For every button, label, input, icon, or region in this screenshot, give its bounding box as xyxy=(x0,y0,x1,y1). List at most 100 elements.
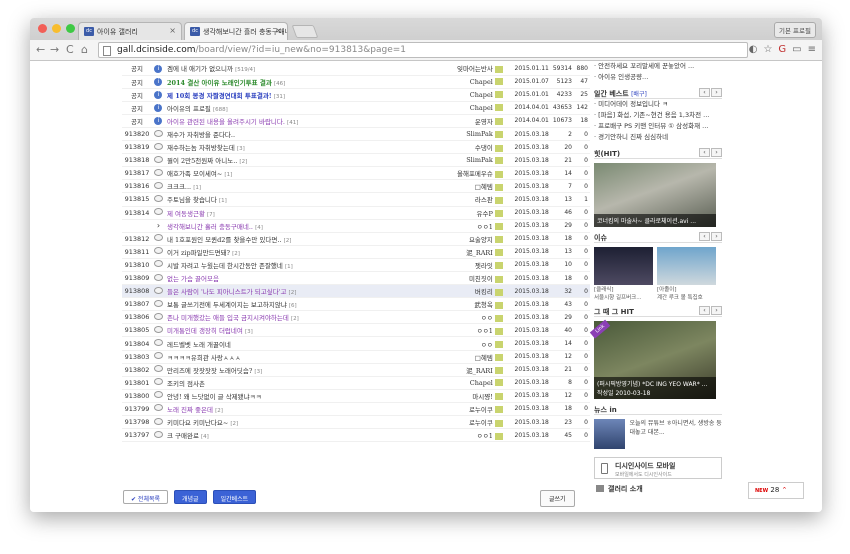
author-name[interactable]: 요술양지 xyxy=(469,236,493,244)
comment-count[interactable]: [41] xyxy=(287,120,298,126)
post-subject[interactable]: 만리즈에 잣잣잣잣 노래어딧슴? xyxy=(167,367,252,375)
address-bar[interactable]: gall.dcinside.com/board/view/?id=iu_new&… xyxy=(98,42,748,58)
comment-count[interactable]: [1] xyxy=(285,264,293,270)
author-name[interactable]: ㅇㅇ1 xyxy=(477,432,493,440)
reload-icon[interactable]: C xyxy=(66,43,74,56)
post-subject[interactable]: 노래 진짜 좋은데 xyxy=(167,406,213,414)
comment-count[interactable]: [3] xyxy=(254,369,262,375)
table-row[interactable]: 913818 뭘이 2만5천원짜 아니노.. [2] SlimPak 2015.03.… xyxy=(122,153,590,168)
minimize-window-button[interactable] xyxy=(52,24,61,33)
daily-best-item[interactable]: · 프로배구 PS 키맨 인터뷰 ① 삼성화재 ... xyxy=(594,121,722,132)
bookmark-star-icon[interactable]: ☆ xyxy=(763,44,772,55)
issue-thumbnail[interactable] xyxy=(594,247,653,285)
comment-count[interactable]: [4] xyxy=(201,434,209,440)
table-row[interactable]: 913814 제 여동생근황 [7] 유수P 2015.03.18 46 0 xyxy=(122,206,590,220)
comment-count[interactable]: [1] xyxy=(219,198,227,204)
maximize-window-button[interactable] xyxy=(66,24,75,33)
news-item[interactable]: 오늘의 뮤튜브 ㅎ아니면서, 생방송 둥 대놓고 대본... xyxy=(594,419,722,449)
post-subject[interactable]: ㅋㅋㅋㅋ유희관 사랑ㅅㅅㅅ xyxy=(167,354,241,362)
new-tab-button[interactable] xyxy=(291,25,319,38)
home-icon[interactable]: ⌂ xyxy=(81,43,88,56)
post-subject[interactable]: 뭘이 2만5천원짜 아니노.. xyxy=(167,157,237,165)
author-name[interactable]: 수댕이 xyxy=(475,144,493,152)
comment-count[interactable]: [3] xyxy=(237,146,245,152)
cast-icon[interactable]: ▭ xyxy=(792,44,801,55)
next-icon[interactable]: › xyxy=(711,88,722,97)
daily-best-item[interactable]: · 경기안하니 진짜 심심하네 xyxy=(594,132,722,143)
past-hit-thumbnail[interactable]: Link (퍼시픽방영기념) *DC ING YEO WAR* ... 작성일 … xyxy=(589,319,716,399)
comment-count[interactable]: [7] xyxy=(207,212,215,218)
close-tab-icon[interactable]: × xyxy=(275,26,282,35)
daily-best-item[interactable]: · [파음] 화섭, 기존~현건 용음 1,3차전 ... xyxy=(594,110,722,121)
comment-count[interactable]: [2] xyxy=(232,251,240,257)
table-row[interactable]: 913806 존나 미개했갔는 애들 입국 금지시켜야하는데 [2] ㅇㅇ 2015.… xyxy=(122,310,590,325)
author-name[interactable]: 로누이쿠 xyxy=(469,406,493,414)
comment-count[interactable]: [2] xyxy=(239,159,247,165)
author-name[interactable]: Chapel xyxy=(470,104,493,112)
table-row[interactable]: 913802 만리즈에 잣잣잣잣 노래어딧슴? [3] 泥_RARI 2015.03.… xyxy=(122,363,590,377)
post-subject[interactable]: 키미다요 키미난다요~ xyxy=(167,419,228,427)
post-subject[interactable]: 보통 글쓰기전에 두세계이지는 보고하지않냐 xyxy=(167,301,287,309)
author-name[interactable]: 泥_RARI xyxy=(466,367,493,375)
table-row[interactable]: 913812 내 1호포원인 모퀸d2를 찾을수만 있다면.. [2] 요술양지 20… xyxy=(122,232,590,246)
author-name[interactable]: ㅇㅇ xyxy=(481,314,493,322)
post-subject[interactable]: 안녕! 왜 느닷없이 글 삭제됐냐ㅋㅋ xyxy=(167,393,262,401)
table-row[interactable]: › 생각해보니간 흘러 충동구매네.. [4] ㅇㅇ1 2015.03.18 29 0 xyxy=(122,219,590,233)
table-row[interactable]: 913804 레드벨벳 노래 개꿀이네 ㅇㅇ 2015.03.18 14 0 xyxy=(122,336,590,351)
table-row[interactable]: 913807 보통 글쓰기전에 두세계이지는 보고하지않냐 [6] 武청옥 2015.… xyxy=(122,297,590,312)
author-name[interactable]: 라스판 xyxy=(475,196,493,204)
author-name[interactable]: 올해포메우슈 xyxy=(457,170,493,178)
comment-count[interactable]: [46] xyxy=(274,81,285,87)
author-name[interactable]: SlimPak xyxy=(466,156,493,164)
table-row[interactable]: 913820 재수가 자취방을 준다다.. SlimPak 2015.03.18 2 0 xyxy=(122,127,590,142)
author-name[interactable]: 泥_RARI xyxy=(466,249,493,257)
post-subject[interactable]: 조키의 점사촌 xyxy=(167,380,205,388)
post-subject[interactable]: 시발 자려고 누웠는데 한시간동안 존잘했네 xyxy=(167,262,283,270)
tab-post[interactable]: dc 생각해보니간 흘러 충동구매네 ㅋ × xyxy=(184,22,288,40)
prev-icon[interactable]: ‹ xyxy=(699,232,710,241)
author-name[interactable]: 마시쨩! xyxy=(472,393,493,401)
table-row[interactable]: 공지 i 제 10회 봉경 자짤경연대회 투표결과! [31] Chapel 2015.… xyxy=(122,88,590,102)
sidebar-line[interactable]: · 아이유 인생공량... xyxy=(594,72,722,83)
table-row[interactable]: 공지 i 2014 결산 아이유 노래인기투표 결과 [46] Chapel 2015.… xyxy=(122,75,590,89)
author-name[interactable]: Chapel xyxy=(470,78,493,86)
author-name[interactable]: 잊마어는반사 xyxy=(457,65,493,73)
author-name[interactable]: 미친짓이 xyxy=(469,275,493,283)
post-subject[interactable]: 없는 가슴 끌어모음 xyxy=(167,275,219,283)
section-subtitle[interactable]: [배구] xyxy=(631,91,647,98)
scroll-up-icon[interactable]: ⌃ xyxy=(782,486,788,494)
comment-count[interactable]: [3] xyxy=(245,329,253,335)
table-row[interactable]: 공지 i 아이유의 프로필 [688] Chapel 2014.04.01 43653 14… xyxy=(122,101,590,115)
table-row[interactable]: 913805 미개통인데 갱장히 더럽네여 [3] ㅇㅇ1 2015.03.18 40 0 xyxy=(122,323,590,338)
comment-count[interactable]: [1] xyxy=(193,185,201,191)
author-name[interactable]: Chapel xyxy=(470,91,493,99)
close-window-button[interactable] xyxy=(38,24,47,33)
table-row[interactable]: 913819 재수하는놈 자취방찾는데 [3] 수댕이 2015.03.18 20 0 xyxy=(122,140,590,155)
new-posts-widget[interactable]: NEW 28 ⌃ xyxy=(748,482,804,499)
extension-icon[interactable]: ◐ xyxy=(749,44,758,55)
next-icon[interactable]: › xyxy=(711,306,722,315)
post-subject[interactable]: 크크크... xyxy=(167,183,191,191)
post-subject[interactable]: 재수가 자취방을 준다다.. xyxy=(167,131,235,139)
forward-icon[interactable]: → xyxy=(50,43,59,56)
author-name[interactable]: 武청옥 xyxy=(474,301,492,309)
table-row[interactable]: 913801 조키의 점사촌 Chapel 2015.03.18 8 0 xyxy=(122,376,590,390)
next-icon[interactable]: › xyxy=(711,232,722,241)
author-name[interactable]: 유수P xyxy=(477,210,493,218)
menu-icon[interactable]: ≡ xyxy=(808,44,816,55)
prev-icon[interactable]: ‹ xyxy=(699,306,710,315)
author-name[interactable]: ㅇㅇ1 xyxy=(477,223,493,231)
table-row[interactable]: 913816 크크크... [1] □혜템 2015.03.18 7 0 xyxy=(122,179,590,194)
daily-best-button[interactable]: 일간베스트 xyxy=(212,490,257,504)
next-icon[interactable]: › xyxy=(711,148,722,157)
concept-posts-button[interactable]: 개념글 xyxy=(174,490,207,504)
comment-count[interactable]: [1] xyxy=(224,172,232,178)
author-name[interactable]: SlimPak xyxy=(466,130,493,138)
author-name[interactable]: 로누이쿠 xyxy=(469,419,493,427)
post-subject[interactable]: 아이유 관련된 내용을 올려주시기 바랍니다. xyxy=(167,118,285,126)
comment-count[interactable]: [2] xyxy=(289,290,297,296)
hit-thumbnail[interactable]: 코너킴의 마술사~ 클라로체이션.avi ... xyxy=(594,163,716,227)
comment-count[interactable]: [2] xyxy=(284,238,292,244)
daily-best-item[interactable]: · 미디어데이 정보입니다 ㅋ xyxy=(594,99,722,110)
post-subject[interactable]: 겜에 내 애기가 없으니까 xyxy=(167,65,233,73)
